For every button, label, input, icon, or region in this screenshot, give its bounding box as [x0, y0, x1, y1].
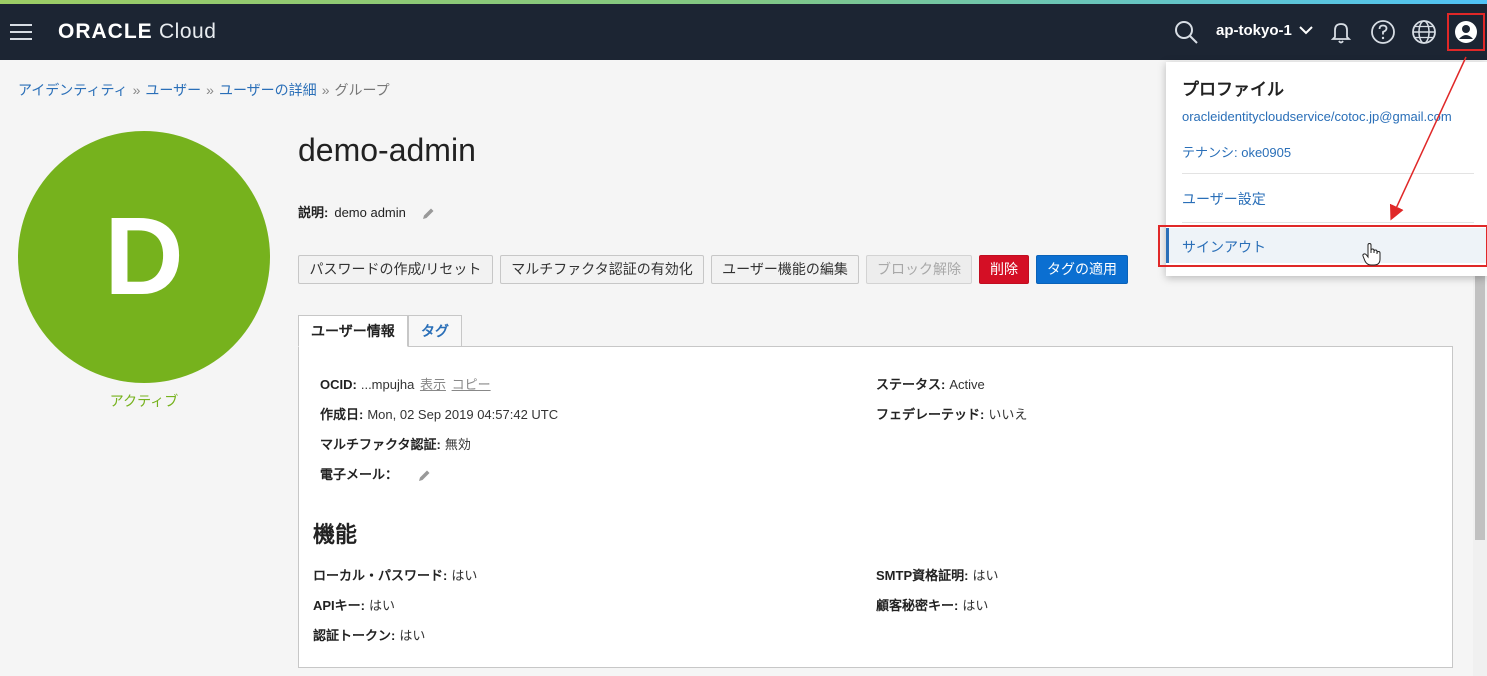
- mfa-row: マルチファクタ認証: 無効: [320, 434, 471, 453]
- user-status-label: アクティブ: [109, 393, 179, 409]
- status-label: ステータス:: [876, 377, 946, 392]
- menu-divider: [1182, 222, 1474, 223]
- breadcrumb-users[interactable]: ユーザー: [145, 82, 201, 98]
- user-avatar-icon: [1455, 21, 1477, 43]
- ocid-show-link[interactable]: 表示: [420, 377, 446, 392]
- page-title: demo-admin: [298, 132, 476, 168]
- user-initial-avatar: D: [18, 131, 270, 383]
- brand-oracle: ORACLE: [58, 20, 153, 43]
- unblock-button[interactable]: ブロック解除: [866, 255, 972, 284]
- capabilities-heading: 機能: [313, 522, 358, 547]
- smtp-label: SMTP資格証明:: [876, 568, 969, 583]
- created-row: 作成日: Mon, 02 Sep 2019 04:57:42 UTC: [320, 404, 558, 423]
- status-value: Active: [949, 377, 985, 392]
- delete-button[interactable]: 削除: [979, 255, 1029, 284]
- tab-tags[interactable]: タグ: [408, 315, 462, 347]
- created-label: 作成日:: [320, 407, 364, 422]
- auth-token-row: 認証トークン: はい: [313, 625, 425, 644]
- user-info-panel: OCID: ...mpujha 表示 コピー 作成日: Mon, 02 Sep 20…: [298, 346, 1453, 668]
- ocid-value: ...mpujha: [360, 377, 415, 392]
- search-icon[interactable]: [1172, 18, 1200, 46]
- tab-user-info[interactable]: ユーザー情報: [298, 315, 408, 347]
- edit-pencil-icon[interactable]: [416, 468, 432, 484]
- mfa-value: 無効: [444, 437, 471, 452]
- bell-icon[interactable]: [1327, 18, 1355, 46]
- smtp-row: SMTP資格証明: はい: [876, 565, 998, 584]
- ocid-row: OCID: ...mpujha 表示 コピー: [320, 374, 491, 393]
- customer-secret-key-row: 顧客秘密キー: はい: [876, 595, 988, 614]
- scrollbar-thumb[interactable]: [1475, 268, 1485, 540]
- federated-row: フェデレーテッド: いいえ: [876, 404, 1027, 423]
- brand-cloud: Cloud: [159, 20, 217, 43]
- breadcrumb-identity[interactable]: アイデンティティ: [18, 82, 128, 98]
- menu-divider: [1182, 173, 1474, 174]
- breadcrumb-separator: »: [321, 82, 330, 98]
- profile-email-link[interactable]: oracleidentitycloudservice/cotoc.jp@gmai…: [1182, 109, 1452, 124]
- help-icon[interactable]: [1369, 18, 1397, 46]
- email-row: 電子メール：: [320, 464, 432, 484]
- mfa-label: マルチファクタ認証:: [320, 437, 441, 452]
- ocid-label: OCID:: [320, 377, 357, 392]
- customer-secret-key-label: 顧客秘密キー:: [876, 598, 959, 613]
- customer-secret-key-value: はい: [962, 598, 989, 613]
- breadcrumb-separator: »: [132, 82, 141, 98]
- edit-pencil-icon[interactable]: [420, 206, 436, 222]
- apply-tags-button[interactable]: タグの適用: [1036, 255, 1128, 284]
- description-label: 説明:: [298, 205, 329, 220]
- breadcrumb-user-details[interactable]: ユーザーの詳細: [219, 82, 317, 98]
- top-navigation-bar: ORACLE Cloud ap-tokyo-1: [0, 4, 1487, 60]
- description-value: demo admin: [334, 205, 406, 220]
- status-row: ステータス: Active: [876, 374, 985, 393]
- enable-mfa-button[interactable]: マルチファクタ認証の有効化: [500, 255, 704, 284]
- profile-button[interactable]: [1447, 13, 1485, 51]
- chevron-down-icon: [1299, 26, 1313, 35]
- description-row: 説明: demo admin: [298, 202, 436, 222]
- region-selector[interactable]: ap-tokyo-1: [1216, 22, 1313, 39]
- auth-token-label: 認証トークン:: [313, 628, 396, 643]
- profile-dropdown-menu: プロファイル oracleidentitycloudservice/cotoc.…: [1166, 62, 1487, 276]
- breadcrumb-current: グループ: [334, 82, 390, 98]
- email-label: 電子メール：: [320, 467, 399, 482]
- breadcrumb-separator: »: [206, 82, 214, 98]
- federated-value: いいえ: [988, 407, 1028, 422]
- sign-out-menu-item[interactable]: サインアウト: [1166, 228, 1487, 263]
- api-key-value: はい: [369, 598, 396, 613]
- edit-capabilities-button[interactable]: ユーザー機能の編集: [711, 255, 859, 284]
- api-key-row: APIキー: はい: [313, 595, 395, 614]
- breadcrumb: アイデンティティ» ユーザー» ユーザーの詳細» グループ: [18, 80, 390, 100]
- reset-password-button[interactable]: パスワードの作成/リセット: [298, 255, 493, 284]
- profile-menu-title: プロファイル: [1182, 80, 1284, 99]
- local-password-row: ローカル・パスワード: はい: [313, 565, 477, 584]
- smtp-value: はい: [972, 568, 999, 583]
- globe-icon[interactable]: [1410, 18, 1438, 46]
- region-label: ap-tokyo-1: [1216, 22, 1292, 39]
- ocid-copy-link[interactable]: コピー: [452, 377, 491, 392]
- page-scrollbar[interactable]: [1473, 268, 1487, 676]
- hamburger-menu-icon[interactable]: [10, 24, 32, 40]
- hand-cursor-icon: [1362, 243, 1381, 266]
- sign-out-label: サインアウト: [1182, 239, 1266, 255]
- created-value: Mon, 02 Sep 2019 04:57:42 UTC: [367, 407, 559, 422]
- user-settings-menu-item[interactable]: ユーザー設定: [1182, 189, 1266, 209]
- local-password-label: ローカル・パスワード:: [313, 568, 448, 583]
- local-password-value: はい: [451, 568, 478, 583]
- oracle-cloud-logo[interactable]: ORACLE Cloud: [58, 20, 216, 44]
- api-key-label: APIキー:: [313, 598, 366, 613]
- auth-token-value: はい: [399, 628, 426, 643]
- profile-tenancy-link[interactable]: テナンシ: oke0905: [1182, 142, 1291, 161]
- federated-label: フェデレーテッド:: [876, 407, 985, 422]
